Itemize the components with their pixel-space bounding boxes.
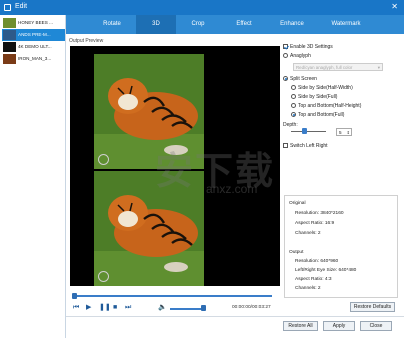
pause-icon[interactable]: ❚❚ xyxy=(99,304,111,312)
radio-button[interactable] xyxy=(291,85,296,91)
anaglyph-radio[interactable]: Anaglyph xyxy=(283,53,311,59)
apply-button[interactable]: Apply xyxy=(323,321,355,331)
split-screen-radio[interactable]: Split Screen xyxy=(283,76,317,82)
output-eye-size: Left/Right Eye Size: 640*480 xyxy=(295,268,357,273)
watermark-circle-icon xyxy=(98,271,109,282)
volume-slider-thumb[interactable] xyxy=(201,305,206,311)
split-option-tb-full[interactable]: Top and Bottom(Full) xyxy=(291,112,344,118)
file-thumbnail xyxy=(3,30,16,40)
output-aspect-ratio: Aspect Ratio: 4:3 xyxy=(295,277,332,282)
radio-button[interactable] xyxy=(291,103,296,109)
restore-defaults-button[interactable]: Restore Defaults xyxy=(350,302,395,312)
file-name: ANDS PRE-M... xyxy=(18,32,51,37)
tab-3d[interactable]: 3D xyxy=(136,15,176,34)
file-item-selected[interactable]: ANDS PRE-M... xyxy=(2,29,65,41)
file-list: HONEY BEES ... ANDS PRE-M... 4K DEMO ULT… xyxy=(0,15,66,338)
switch-left-right-checkbox[interactable]: Switch Left Right xyxy=(283,143,328,149)
volume-slider-track[interactable] xyxy=(170,308,205,310)
depth-label: Depth: xyxy=(283,122,298,128)
skip-back-icon[interactable]: ⏮ xyxy=(73,304,79,312)
original-header: Original xyxy=(289,201,306,206)
original-resolution: Resolution: 3840*2160 xyxy=(295,211,344,216)
depth-slider-thumb[interactable] xyxy=(302,128,307,134)
close-icon[interactable]: ✕ xyxy=(391,2,398,12)
split-option-sbs-full[interactable]: Side by Side(Full) xyxy=(291,94,337,100)
tab-watermark[interactable]: Watermark xyxy=(318,15,374,34)
file-thumbnail xyxy=(3,18,16,28)
checkbox[interactable] xyxy=(283,143,288,149)
original-aspect-ratio: Aspect Ratio: 16:9 xyxy=(295,221,335,226)
spinner-arrows-icon[interactable]: ⇕ xyxy=(347,129,350,137)
enable-3d-checkbox[interactable]: Enable 3D Settings xyxy=(283,44,333,50)
divider xyxy=(66,316,404,317)
play-icon[interactable]: ▶ xyxy=(86,304,91,312)
anaglyph-select: Red/cyan anaglyph, full color ▾ xyxy=(293,63,383,71)
output-preview-label: Output Preview xyxy=(69,38,104,44)
file-item[interactable]: HONEY BEES ... xyxy=(2,17,65,29)
time-readout: 00:00:00/00:03:27 xyxy=(232,305,271,310)
split-option-sbs-half[interactable]: Side by Side(Half-Width) xyxy=(291,85,353,91)
output-channels: Channels: 2 xyxy=(295,286,321,291)
file-name: 4K DEMO ULT... xyxy=(18,44,52,49)
app-icon xyxy=(4,4,11,11)
tab-enhance[interactable]: Enhance xyxy=(268,15,316,34)
tab-rotate[interactable]: Rotate xyxy=(88,15,136,34)
file-name: HONEY BEES ... xyxy=(18,20,53,25)
radio-button-checked[interactable] xyxy=(291,112,296,118)
file-thumbnail xyxy=(3,42,16,52)
tab-crop[interactable]: Crop xyxy=(178,15,218,34)
radio-button[interactable] xyxy=(291,94,296,100)
edit-tabs: Rotate 3D Crop Effect Enhance Watermark xyxy=(66,15,404,34)
file-name: IRON_MAN_3... xyxy=(18,56,52,61)
original-channels: Channels: 2 xyxy=(295,231,321,236)
skip-forward-icon[interactable]: ⏭ xyxy=(125,304,131,312)
chevron-down-icon: ▾ xyxy=(377,65,380,70)
output-resolution: Resolution: 640*960 xyxy=(295,259,339,264)
window-title: Edit xyxy=(15,3,28,10)
seek-thumb[interactable] xyxy=(72,293,77,299)
site-watermark-url: anxz.com xyxy=(206,182,258,196)
restore-all-button[interactable]: Restore All xyxy=(283,321,318,331)
depth-slider-track[interactable] xyxy=(291,131,326,132)
radio-button[interactable] xyxy=(283,53,288,59)
stop-icon[interactable]: ■ xyxy=(113,304,117,312)
depth-spinbox[interactable]: 5 ⇕ xyxy=(336,128,352,136)
file-item[interactable]: IRON_MAN_3... xyxy=(2,53,65,65)
file-item[interactable]: 4K DEMO ULT... xyxy=(2,41,65,53)
tab-effect[interactable]: Effect xyxy=(222,15,266,34)
media-info-box: Original Resolution: 3840*2160 Aspect Ra… xyxy=(284,195,398,298)
close-button[interactable]: Close xyxy=(360,321,392,331)
output-header: Output xyxy=(289,250,304,255)
radio-button-checked[interactable] xyxy=(283,76,288,82)
title-bar: Edit ✕ xyxy=(0,0,404,15)
file-thumbnail xyxy=(3,54,16,64)
checkbox-checked[interactable] xyxy=(283,44,288,50)
split-option-tb-half[interactable]: Top and Bottom(Half-Height) xyxy=(291,103,361,109)
volume-icon[interactable]: 🔈 xyxy=(158,304,167,312)
seek-bar[interactable] xyxy=(74,295,272,297)
watermark-circle-icon xyxy=(98,154,109,165)
